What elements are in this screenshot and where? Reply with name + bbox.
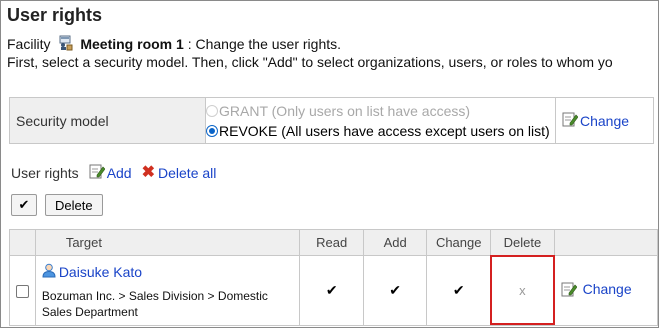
- bulk-actions: ✔ Delete: [11, 194, 103, 216]
- facility-prefix: Facility: [7, 36, 51, 52]
- option-grant[interactable]: GRANT (Only users on list have access): [206, 102, 555, 120]
- change-security-model-link[interactable]: Change: [580, 113, 629, 129]
- header-target: Target: [34, 229, 301, 256]
- table-header-row: Target Read Add Change Delete: [9, 229, 658, 256]
- security-model-table: Security model GRANT (Only users on list…: [9, 97, 654, 144]
- header-add: Add: [362, 229, 428, 256]
- edit-icon: [561, 281, 578, 300]
- app-frame: User rights Facility Meeting room 1 : Ch…: [0, 0, 659, 328]
- user-rights-table: Target Read Add Change Delete Daisuke Ka…: [9, 229, 658, 326]
- delete-all-action[interactable]: ✖ Delete all: [141, 163, 217, 181]
- grant-label: GRANT (Only users on list have access): [219, 103, 471, 119]
- delete-cell: x: [490, 255, 555, 326]
- user-line: Daisuke Kato: [42, 263, 294, 281]
- read-check-icon: ✔: [325, 282, 338, 298]
- add-cell: ✔: [362, 255, 428, 326]
- user-rights-heading: User rights: [11, 164, 79, 181]
- row-checkbox[interactable]: [15, 285, 29, 299]
- organization-path: Bozuman Inc. > Sales Division > Domestic…: [41, 289, 268, 319]
- facility-icon: [58, 35, 74, 54]
- add-link[interactable]: Add: [107, 165, 132, 181]
- security-model-change: Change: [556, 98, 653, 143]
- header-read: Read: [299, 229, 364, 256]
- header-actions: [553, 229, 658, 256]
- user-name-link[interactable]: Daisuke Kato: [59, 264, 142, 280]
- table-row: Daisuke Kato Bozuman Inc. > Sales Divisi…: [9, 255, 658, 326]
- edit-icon: [562, 111, 579, 130]
- facility-line: Facility Meeting room 1 : Change the use…: [7, 35, 341, 54]
- delete-all-link[interactable]: Delete all: [158, 165, 216, 181]
- revoke-radio[interactable]: [206, 125, 218, 137]
- revoke-label: REVOKE (All users have access except use…: [219, 123, 550, 139]
- page-title: User rights: [7, 5, 103, 25]
- change-check-icon: ✔: [452, 282, 465, 298]
- add-icon: [89, 163, 106, 182]
- header-checkbox-col: [9, 229, 36, 256]
- grant-radio[interactable]: [206, 105, 218, 117]
- delete-button[interactable]: Delete: [45, 194, 103, 216]
- delete-denied-icon: x: [519, 283, 526, 298]
- facility-suffix: : Change the user rights.: [187, 36, 342, 52]
- add-check-icon: ✔: [389, 282, 402, 298]
- delete-x-icon: ✖: [141, 163, 156, 181]
- instruction-text: First, select a security model. Then, cl…: [7, 54, 613, 70]
- header-change: Change: [426, 229, 492, 256]
- security-model-label: Security model: [10, 98, 206, 143]
- select-all-button[interactable]: ✔: [11, 194, 37, 216]
- facility-name: Meeting room 1: [80, 36, 184, 52]
- user-rights-toolbar: User rights Add ✖ Delete all: [11, 163, 216, 182]
- user-icon: [42, 263, 56, 281]
- change-cell: ✔: [426, 255, 492, 326]
- target-cell: Daisuke Kato Bozuman Inc. > Sales Divisi…: [34, 255, 301, 326]
- header-delete: Delete: [490, 229, 555, 256]
- row-change-cell: Change: [553, 255, 658, 326]
- option-revoke[interactable]: REVOKE (All users have access except use…: [206, 122, 555, 140]
- security-model-options: GRANT (Only users on list have access) R…: [206, 98, 556, 143]
- add-action[interactable]: Add: [89, 163, 132, 182]
- read-cell: ✔: [299, 255, 364, 326]
- row-checkbox-cell: [9, 255, 36, 326]
- row-change-link[interactable]: Change: [583, 281, 632, 297]
